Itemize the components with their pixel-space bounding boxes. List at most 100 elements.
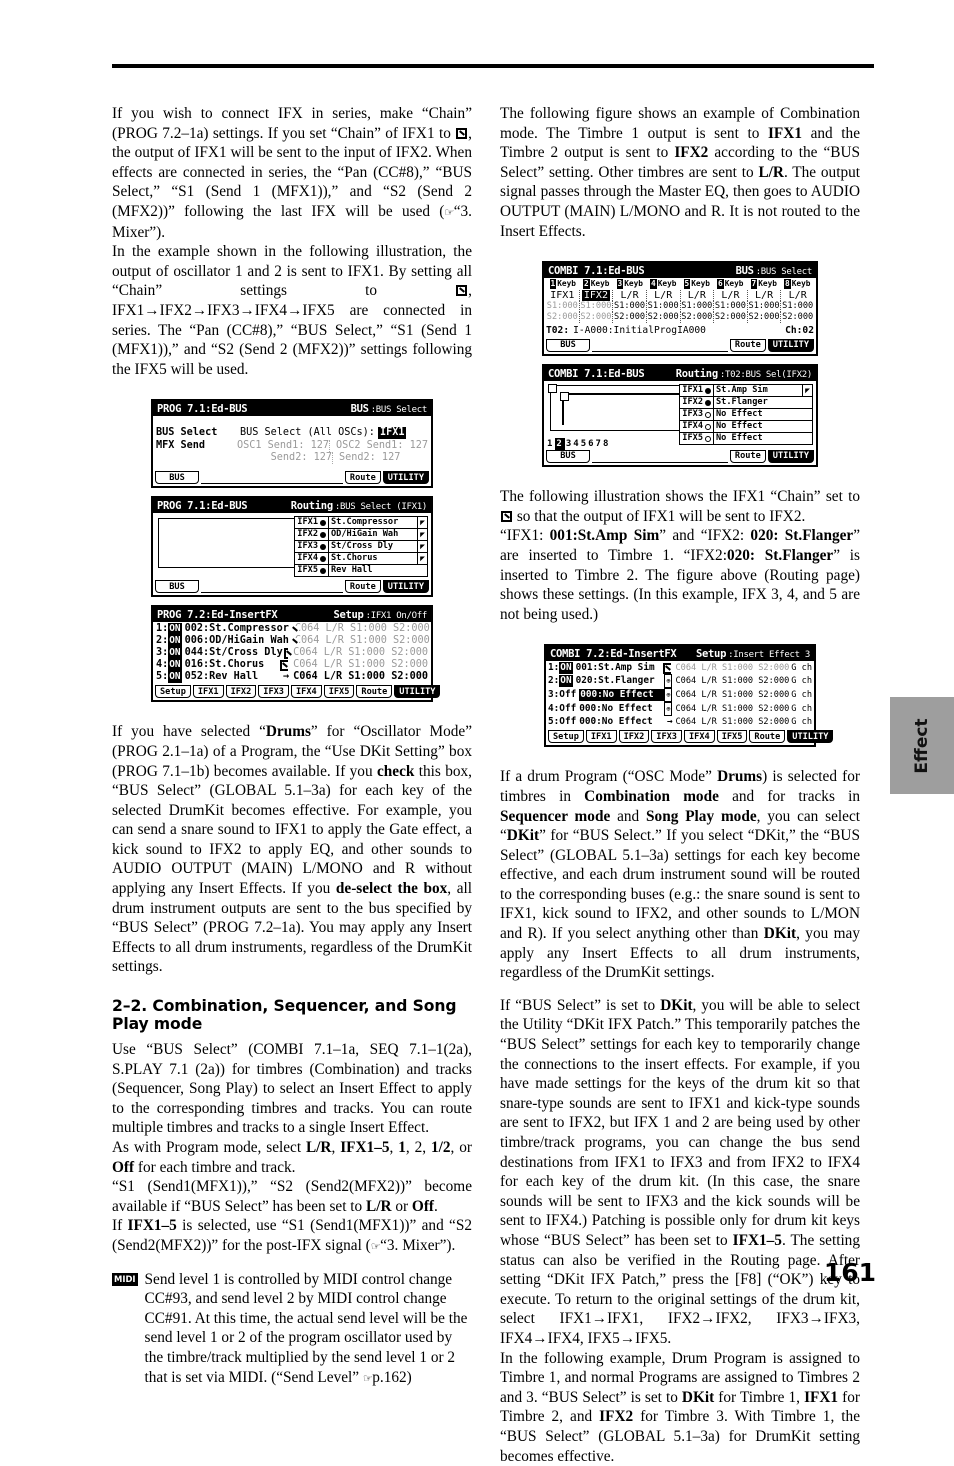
ifx-on-badge[interactable]: Off xyxy=(559,689,576,701)
ifx-name[interactable]: 000:No Effect xyxy=(579,716,667,728)
chain-checkbox-icon[interactable] xyxy=(662,662,673,674)
ifx-name[interactable]: 002:St.Compressor xyxy=(185,623,289,635)
bus-cell[interactable]: L/R xyxy=(714,290,748,302)
ifx-on-badge[interactable]: ON xyxy=(559,675,573,688)
tab-bus[interactable]: BUS xyxy=(155,580,199,594)
ifx-name[interactable]: 006:OD/HiGain Wah xyxy=(185,635,289,647)
tab-utility[interactable]: UTILITY xyxy=(787,730,834,744)
ifx-name[interactable]: 052:Rev Hall xyxy=(185,671,283,683)
bus-cell[interactable]: IFX1 xyxy=(546,290,580,302)
timbre-header[interactable]: 3 Keyb xyxy=(613,279,647,290)
send2-cell[interactable]: S2:000 xyxy=(781,312,814,323)
ifx-on-badge[interactable]: ON xyxy=(168,623,182,636)
send2-cell[interactable]: S2:000 xyxy=(714,312,748,324)
ifx-row[interactable]: 3: ON 044:St/Cross Dly C064 L/R S1:000 S2:0… xyxy=(156,647,428,660)
tab-setup[interactable]: Setup xyxy=(155,685,191,699)
bus-cell[interactable]: IFX2 xyxy=(580,290,614,302)
chain-box-icon[interactable]: ⊕ xyxy=(664,702,673,717)
ifx-row[interactable]: 5: ON 052:Rev Hall → C064 L/R S1:000 S2:000 xyxy=(156,671,428,684)
timbre-header[interactable]: 5 Keyb xyxy=(680,279,714,290)
send1-cell[interactable]: S1:000 xyxy=(681,301,715,313)
ifx-name[interactable]: 016:St.Chorus xyxy=(185,659,279,671)
tab-ifx1[interactable]: IFX1 xyxy=(585,730,617,744)
ifx-name[interactable]: 020:St.Flanger xyxy=(576,675,665,687)
tab-utility[interactable]: UTILITY xyxy=(382,580,429,594)
send1-cell[interactable]: S1:000 xyxy=(647,301,681,313)
timbre-num[interactable]: 5 xyxy=(581,438,588,450)
tab-route[interactable]: Route xyxy=(344,471,381,485)
ifx-on-badge[interactable]: Off xyxy=(559,716,576,728)
ifx-on-badge[interactable]: ON xyxy=(168,671,182,684)
tab-route[interactable]: Route xyxy=(356,685,393,699)
send1-cell[interactable]: S1:000 xyxy=(748,301,782,313)
send2-cell[interactable]: S2:000 xyxy=(748,312,782,324)
ifx-name[interactable]: 044:St/Cross Dly xyxy=(185,647,283,659)
timbre-num[interactable]: 4 xyxy=(573,438,580,450)
timbre-num[interactable]: 1 xyxy=(547,438,554,450)
bus-cell[interactable]: L/R xyxy=(781,290,814,301)
timbre-num[interactable]: 6 xyxy=(588,438,595,450)
tab-route[interactable]: Route xyxy=(749,730,786,744)
timbre-num[interactable]: 7 xyxy=(596,438,603,450)
ifx-row[interactable]: 4: ON 016:St.Chorus C064 L/R S1:000 S2:000 xyxy=(156,659,428,672)
ifx-row[interactable]: 2: ON 006:OD/HiGain Wah C064 L/R S1:000 S2:… xyxy=(156,635,430,648)
ifx-on-badge[interactable]: ON xyxy=(168,647,182,660)
ifx-row[interactable]: 5: Off 000:No Effect → C064 L/R S1:000 S2:00… xyxy=(548,716,812,728)
ifx-row[interactable]: 4: Off 000:No Effect ⊕ C064 L/R S1:000 S2:00… xyxy=(548,702,812,717)
chain-box-icon[interactable]: ⊕ xyxy=(664,688,673,703)
fx-row[interactable]: IFX3 St/Cross Dly ◤ xyxy=(295,541,427,554)
send2-cell[interactable]: S2:000 xyxy=(613,312,647,324)
bus-cell[interactable]: L/R xyxy=(748,290,782,302)
tab-ifx3[interactable]: IFX3 xyxy=(651,730,682,744)
timbre-header[interactable]: 2 Keyb xyxy=(580,279,614,290)
tab-ifx3[interactable]: IFX3 xyxy=(258,685,289,699)
send1-cell[interactable]: S1:000 xyxy=(613,301,647,313)
fx-row[interactable]: IFX4 St.Chorus ◤ xyxy=(295,553,427,566)
timbre-num[interactable]: 3 xyxy=(566,438,573,450)
bus-select-value[interactable]: IFX1 xyxy=(377,427,407,440)
send1-cell[interactable]: S1:000 xyxy=(781,301,814,312)
fx-row[interactable]: IFX1 St.Amp Sim ◤ xyxy=(680,385,812,398)
ifx-row[interactable]: 2: ON 020:St.Flanger ⊕ C064 L/R S1:000 S2:00… xyxy=(548,674,812,689)
ifx-row[interactable]: 1: ON 002:St.Compressor C064 L/R S1:000 S2:… xyxy=(156,623,430,636)
timbre-header[interactable]: 6 Keyb xyxy=(714,279,748,290)
tab-route[interactable]: Route xyxy=(729,450,766,464)
bus-cell[interactable]: L/R xyxy=(647,290,681,302)
fx-row[interactable]: IFX5 No Effect xyxy=(680,433,812,445)
fx-row[interactable]: IFX5 Rev Hall xyxy=(295,565,427,577)
tab-route[interactable]: Route xyxy=(729,339,766,353)
ifx-row[interactable]: 1: ON 001:St.Amp Sim C064 L/R S1:000 S2:000… xyxy=(548,662,812,675)
fx-row[interactable]: IFX2 St.Flanger xyxy=(680,397,812,410)
send2-cell[interactable]: S2:000 xyxy=(681,312,715,324)
fx-row[interactable]: IFX3 No Effect xyxy=(680,409,812,422)
ifx-name[interactable]: 000:No Effect xyxy=(579,703,664,715)
chain-checkbox-icon[interactable] xyxy=(279,659,290,671)
send1-cell[interactable]: S1:000 xyxy=(714,301,748,313)
tab-utility[interactable]: UTILITY xyxy=(382,471,429,485)
timbre-header[interactable]: 4 Keyb xyxy=(647,279,681,290)
timbre-num[interactable]: 8 xyxy=(603,438,610,450)
ifx-name[interactable]: 001:St.Amp Sim xyxy=(576,662,662,674)
fx-row[interactable]: IFX1 St.Compressor ◤ xyxy=(295,517,427,530)
ifx-name-selected[interactable]: 000:No Effect xyxy=(579,689,665,702)
timbre-header[interactable]: 7 Keyb xyxy=(747,279,781,290)
tab-utility[interactable]: UTILITY xyxy=(767,339,814,353)
timbre-num-selected[interactable]: 2 xyxy=(555,438,565,451)
tab-bus[interactable]: BUS xyxy=(546,450,590,464)
bus-cell[interactable]: L/R xyxy=(613,290,647,302)
tab-ifx1[interactable]: IFX1 xyxy=(192,685,224,699)
tab-ifx2[interactable]: IFX2 xyxy=(618,730,650,744)
ifx-on-badge[interactable]: ON xyxy=(559,662,573,675)
tab-ifx2[interactable]: IFX2 xyxy=(225,685,257,699)
tab-setup[interactable]: Setup xyxy=(548,730,584,744)
ifx-on-badge[interactable]: ON xyxy=(168,659,182,672)
tab-ifx5[interactable]: IFX5 xyxy=(323,685,355,699)
tab-ifx4[interactable]: IFX4 xyxy=(683,730,715,744)
ifx-on-badge[interactable]: ON xyxy=(168,635,182,648)
tab-ifx5[interactable]: IFX5 xyxy=(716,730,748,744)
tab-utility[interactable]: UTILITY xyxy=(767,450,814,464)
tab-utility[interactable]: UTILITY xyxy=(394,685,441,699)
chain-box-icon[interactable]: ⊕ xyxy=(664,674,673,689)
timbre-header[interactable]: 8 Keyb xyxy=(781,279,815,290)
program-name[interactable]: I-A000:InitialProgIA000 xyxy=(573,325,706,337)
